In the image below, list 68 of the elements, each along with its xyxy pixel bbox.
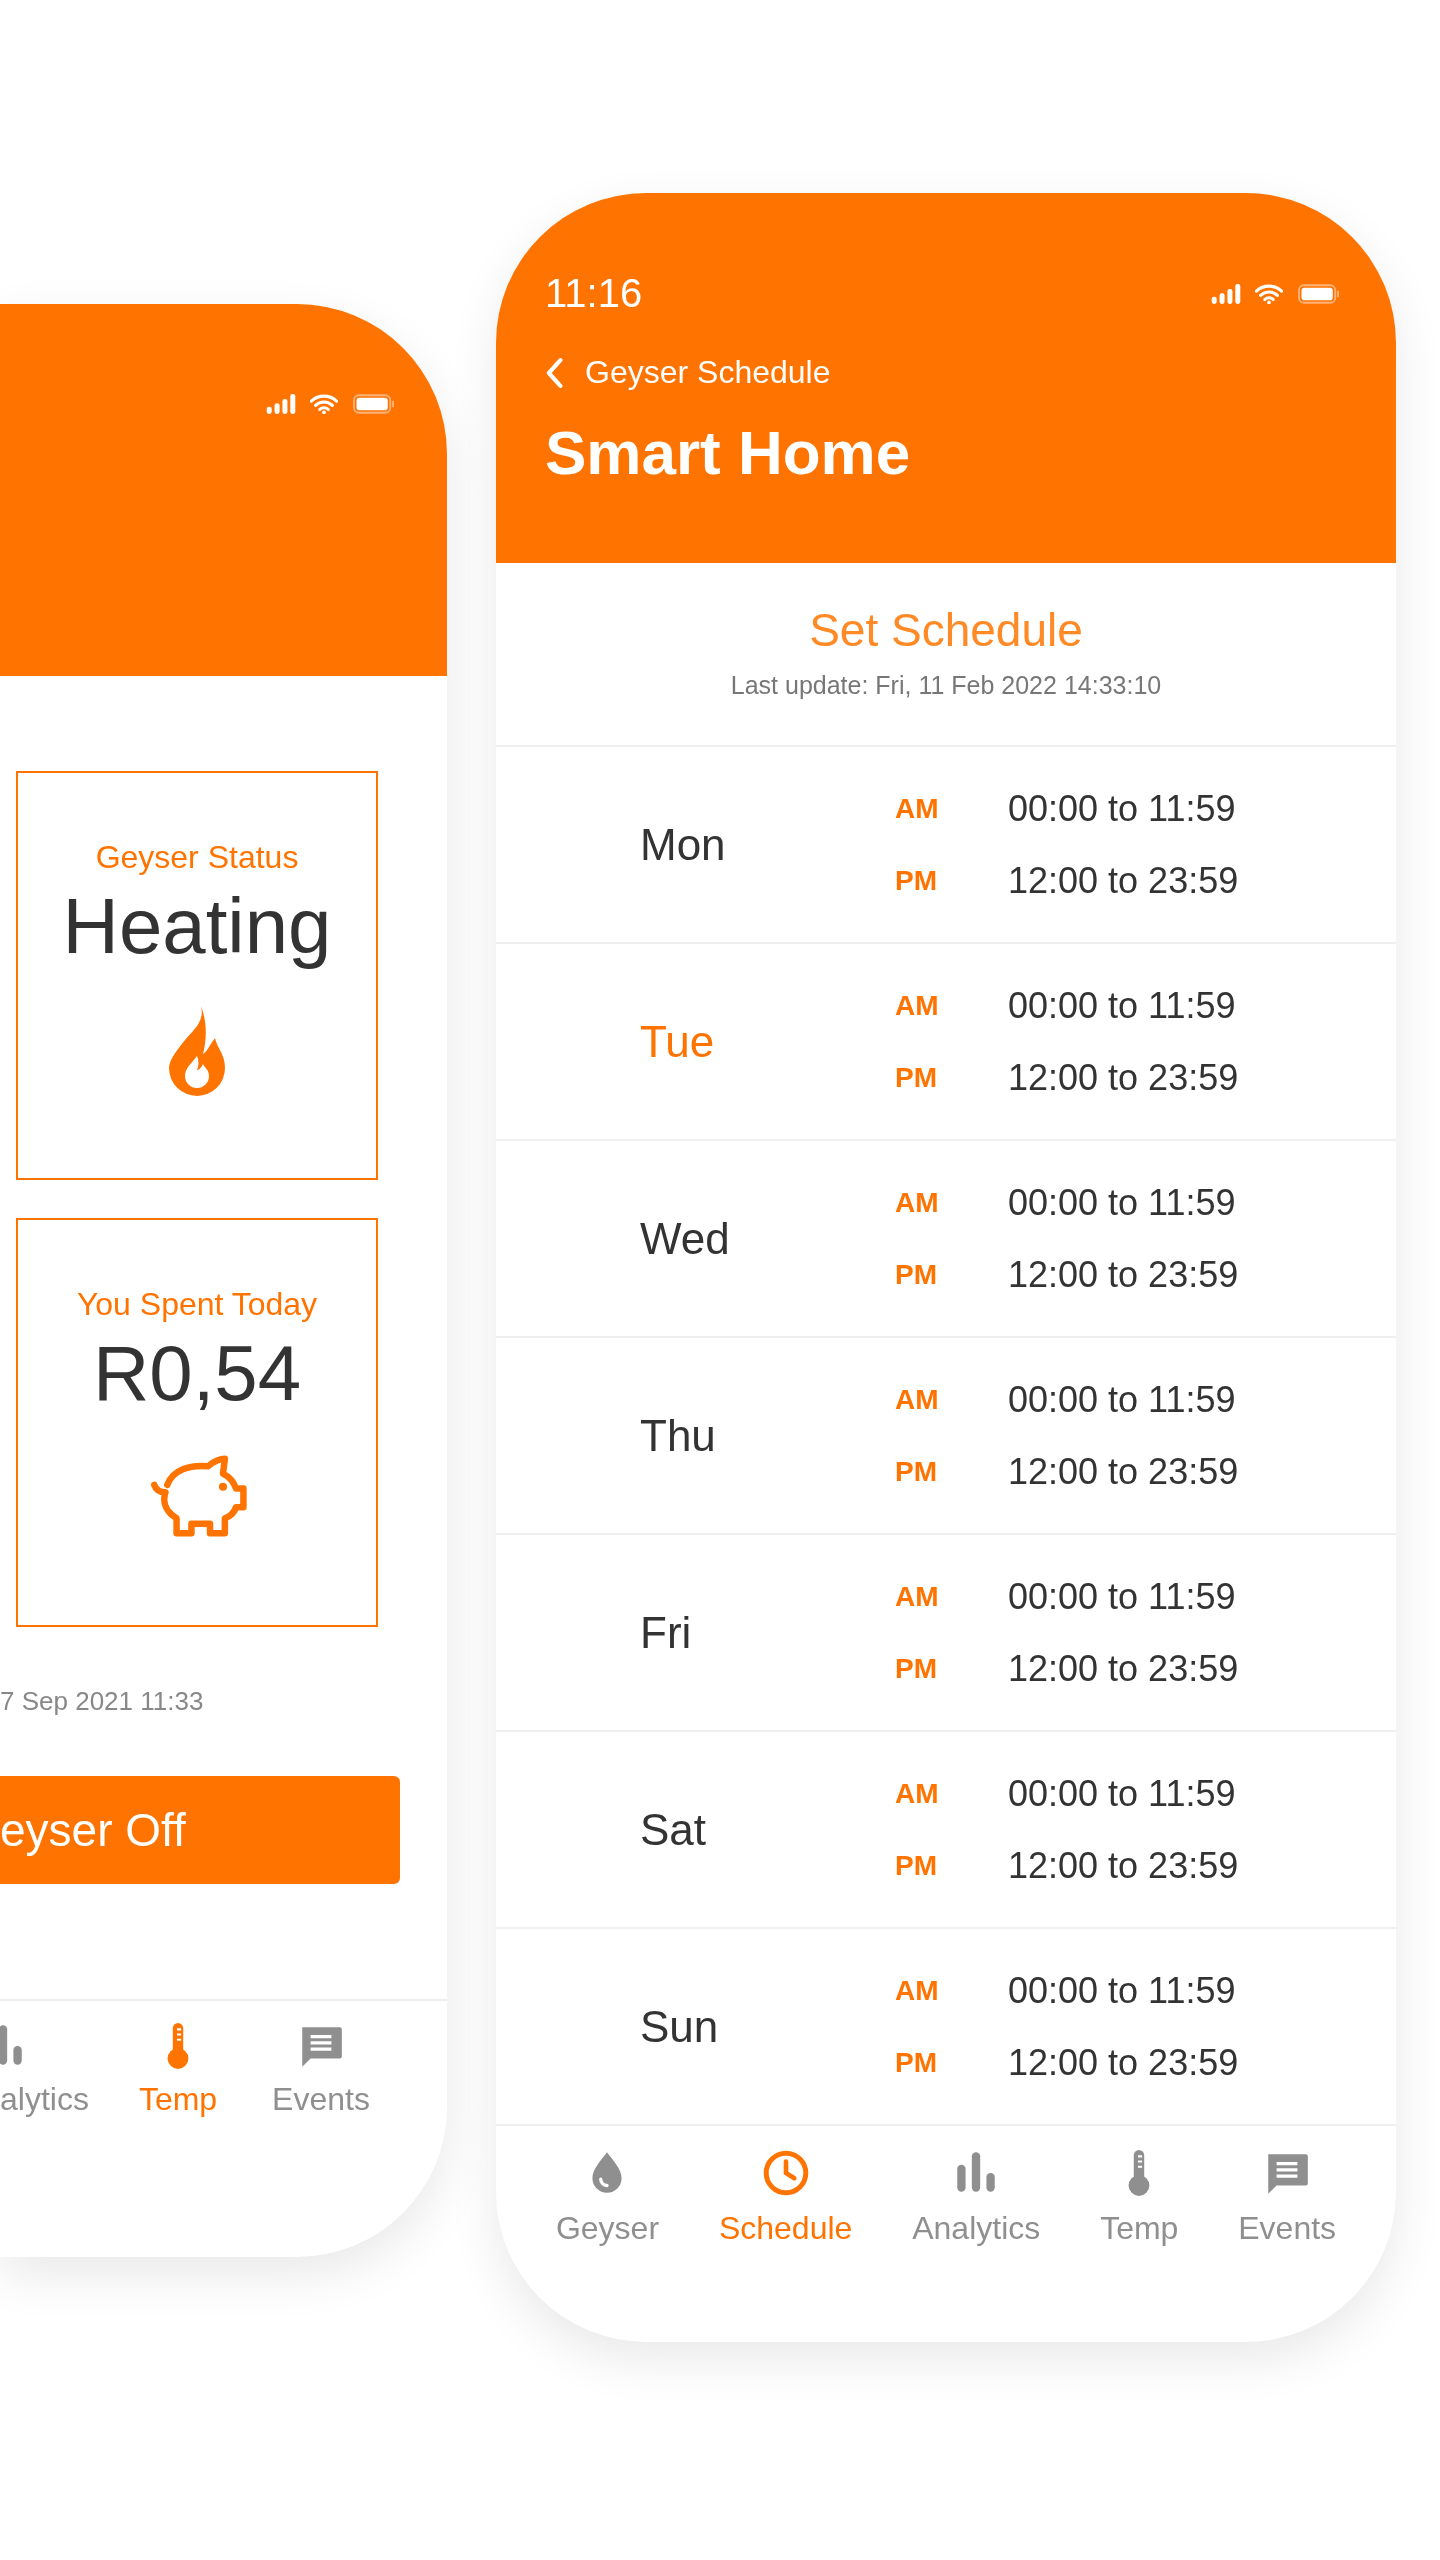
signal-icon <box>1211 283 1241 304</box>
geyser-off-button[interactable]: eyser Off <box>0 1776 400 1884</box>
battery-icon <box>352 394 396 414</box>
nav-tab[interactable]: Analytics <box>912 2148 1041 2247</box>
last-update-text: Last update: Fri, 11 Feb 2022 14:33:10 <box>730 671 1162 700</box>
time-range: 12:00 to 23:59 <box>1008 1647 1239 1690</box>
period-label: AM <box>895 1186 940 1219</box>
time-range: 00:00 to 11:59 <box>1008 1969 1236 2012</box>
last-update-text: 7 Sep 2021 11:33 <box>0 1686 204 1717</box>
day-label: Wed <box>639 1213 731 1264</box>
battery-icon <box>1297 283 1341 304</box>
period-label: PM <box>895 1061 938 1094</box>
period-label: PM <box>895 1849 938 1882</box>
schedule-row[interactable]: Tue AM 00:00 to 11:59 PM 12:00 to 23:59 <box>496 944 1396 1141</box>
time-range: 12:00 to 23:59 <box>1008 1844 1239 1887</box>
period-label: AM <box>895 1974 940 2007</box>
period-label: AM <box>895 1580 940 1613</box>
nav-tab[interactable]: Events <box>246 2021 396 2161</box>
wifi-icon <box>310 394 338 414</box>
status-time: 11:16 <box>545 271 643 316</box>
signal-icon <box>266 394 296 414</box>
section-title: Set Schedule <box>809 603 1083 657</box>
nav-tab[interactable]: Geyser <box>555 2148 660 2247</box>
nav-tab[interactable]: Events <box>1238 2148 1337 2247</box>
nav-tab[interactable]: Temp <box>1100 2148 1179 2247</box>
nav-tab[interactable]: Temp <box>110 2021 246 2161</box>
page-title: Smart Home <box>545 417 912 488</box>
card-label: Geyser Status <box>95 839 299 876</box>
card-label: You Spent Today <box>76 1286 318 1323</box>
day-label: Tue <box>639 1016 716 1067</box>
time-range: 00:00 to 11:59 <box>1008 787 1236 830</box>
period-label: PM <box>895 1455 938 1488</box>
period-label: PM <box>895 1652 938 1685</box>
schedule-row[interactable]: Sat AM 00:00 to 11:59 PM 12:00 to 23:59 <box>496 1732 1396 1929</box>
schedule-row[interactable]: Thu AM 00:00 to 11:59 PM 12:00 to 23:59 <box>496 1338 1396 1535</box>
nav-tab[interactable]: alytics <box>0 2021 110 2161</box>
time-range: 00:00 to 11:59 <box>1008 1575 1236 1618</box>
nav-tab[interactable]: Schedule <box>718 2148 853 2247</box>
day-label: Mon <box>639 819 727 870</box>
back-link[interactable]: Geyser Schedule <box>545 354 831 391</box>
time-range: 00:00 to 11:59 <box>1008 1181 1236 1224</box>
period-label: PM <box>895 2046 938 2079</box>
schedule-row[interactable]: Sun AM 00:00 to 11:59 PM 12:00 to 23:59 <box>496 1929 1396 2126</box>
period-label: AM <box>895 1383 940 1416</box>
time-range: 12:00 to 23:59 <box>1008 1253 1239 1296</box>
day-label: Thu <box>639 1410 717 1461</box>
schedule-row[interactable]: Wed AM 00:00 to 11:59 PM 12:00 to 23:59 <box>496 1141 1396 1338</box>
time-range: 12:00 to 23:59 <box>1008 859 1239 902</box>
period-label: AM <box>895 1777 940 1810</box>
period-label: PM <box>895 1258 938 1291</box>
day-label: Fri <box>639 1607 693 1658</box>
period-label: AM <box>895 792 940 825</box>
time-range: 00:00 to 11:59 <box>1008 984 1236 1027</box>
period-label: AM <box>895 989 940 1022</box>
time-range: 12:00 to 23:59 <box>1008 2041 1239 2084</box>
time-range: 00:00 to 11:59 <box>1008 1378 1236 1421</box>
period-label: PM <box>895 864 938 897</box>
time-range: 00:00 to 11:59 <box>1008 1772 1236 1815</box>
wifi-icon <box>1255 283 1283 304</box>
card-value: R0,54 <box>92 1331 302 1417</box>
day-label: Sat <box>639 1804 708 1855</box>
back-icon <box>545 355 563 390</box>
time-range: 12:00 to 23:59 <box>1008 1056 1239 1099</box>
schedule-row[interactable]: Mon AM 00:00 to 11:59 PM 12:00 to 23:59 <box>496 747 1396 944</box>
schedule-row[interactable]: Fri AM 00:00 to 11:59 PM 12:00 to 23:59 <box>496 1535 1396 1732</box>
time-range: 12:00 to 23:59 <box>1008 1450 1239 1493</box>
day-label: Sun <box>639 2001 720 2052</box>
card-value: Heating <box>62 884 332 970</box>
